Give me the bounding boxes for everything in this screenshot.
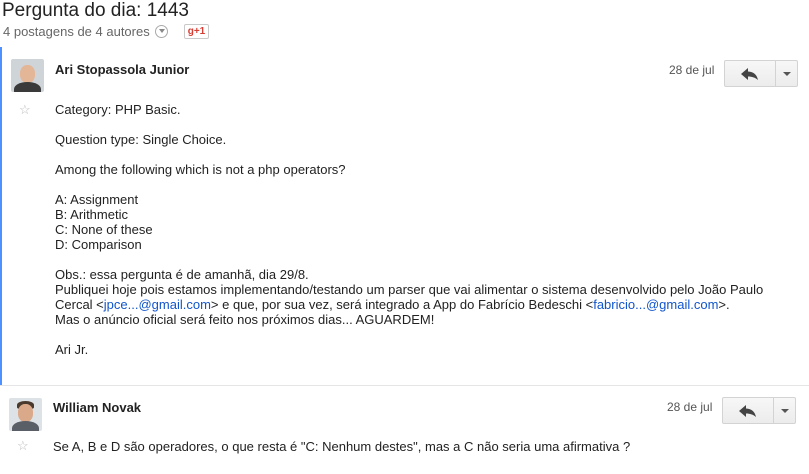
star-icon[interactable]: ☆ [19,102,31,118]
body-line: Cercal <jpce...@gmail.com> e que, por su… [55,297,763,312]
option-b: B: Arithmetic [55,207,128,222]
avatar[interactable] [11,59,44,92]
body-text: Cercal < [55,297,104,312]
option-a: A: Assignment [55,192,139,207]
chevron-circle-down-icon[interactable] [154,25,168,38]
star-icon[interactable]: ☆ [17,438,29,454]
body-line: Mas o anúncio oficial será feito nos pró… [55,312,435,327]
body-line: Publiquei hoje pois estamos implementand… [55,282,764,297]
email-link[interactable]: jpce...@gmail.com [104,297,211,312]
body-line: Obs.: essa pergunta é de amanhã, dia 29/… [55,267,309,282]
author-name[interactable]: William Novak [53,400,141,415]
reply-button[interactable] [724,60,776,87]
topic-meta: 4 postagens de 4 autores g+1 [3,24,210,39]
body-line: Question type: Single Choice. [55,132,227,147]
body-line: Se A, B e D são operadores, o que resta … [53,439,631,454]
gplus-button[interactable]: g+1 [183,24,210,39]
option-c: C: None of these [55,222,153,237]
post-body: Se A, B e D são operadores, o que resta … [53,439,630,454]
more-options-button[interactable] [776,60,798,87]
reply-button[interactable] [722,397,774,424]
avatar-face [18,404,33,422]
post-body: Category: PHP Basic. Question type: Sing… [55,102,763,357]
avatar-face [20,65,35,83]
author-name[interactable]: Ari Stopassola Junior [55,62,189,77]
body-text: >. [718,297,730,312]
signature: Ari Jr. [55,342,89,357]
body-text: > e que, por sua vez, será integrado a A… [210,297,594,312]
avatar-shoulders [14,82,41,92]
post-william: ☆ William Novak 28 de jul Se A, B e D sã… [0,385,809,474]
chevron-down-icon [780,408,789,413]
post-date: 28 de jul [669,63,715,77]
reply-arrow-icon [741,67,758,80]
post-ari: ☆ Ari Stopassola Junior 28 de jul Catego… [0,47,809,385]
reply-button-group [722,397,796,424]
avatar[interactable] [9,398,42,431]
topic-title: Pergunta do dia: 1443 [2,0,189,21]
topic-meta-text: 4 postagens de 4 autores [3,24,150,39]
reply-button-group [724,60,798,87]
reply-arrow-icon [739,404,756,417]
email-link[interactable]: fabricio...@gmail.com [593,297,718,312]
body-line: Category: PHP Basic. [55,102,181,117]
option-d: D: Comparison [55,237,142,252]
chevron-down-icon [782,71,791,76]
more-options-button[interactable] [774,397,796,424]
avatar-shoulders [12,421,39,431]
post-date: 28 de jul [667,400,713,414]
body-line: Among the following which is not a php o… [55,162,346,177]
